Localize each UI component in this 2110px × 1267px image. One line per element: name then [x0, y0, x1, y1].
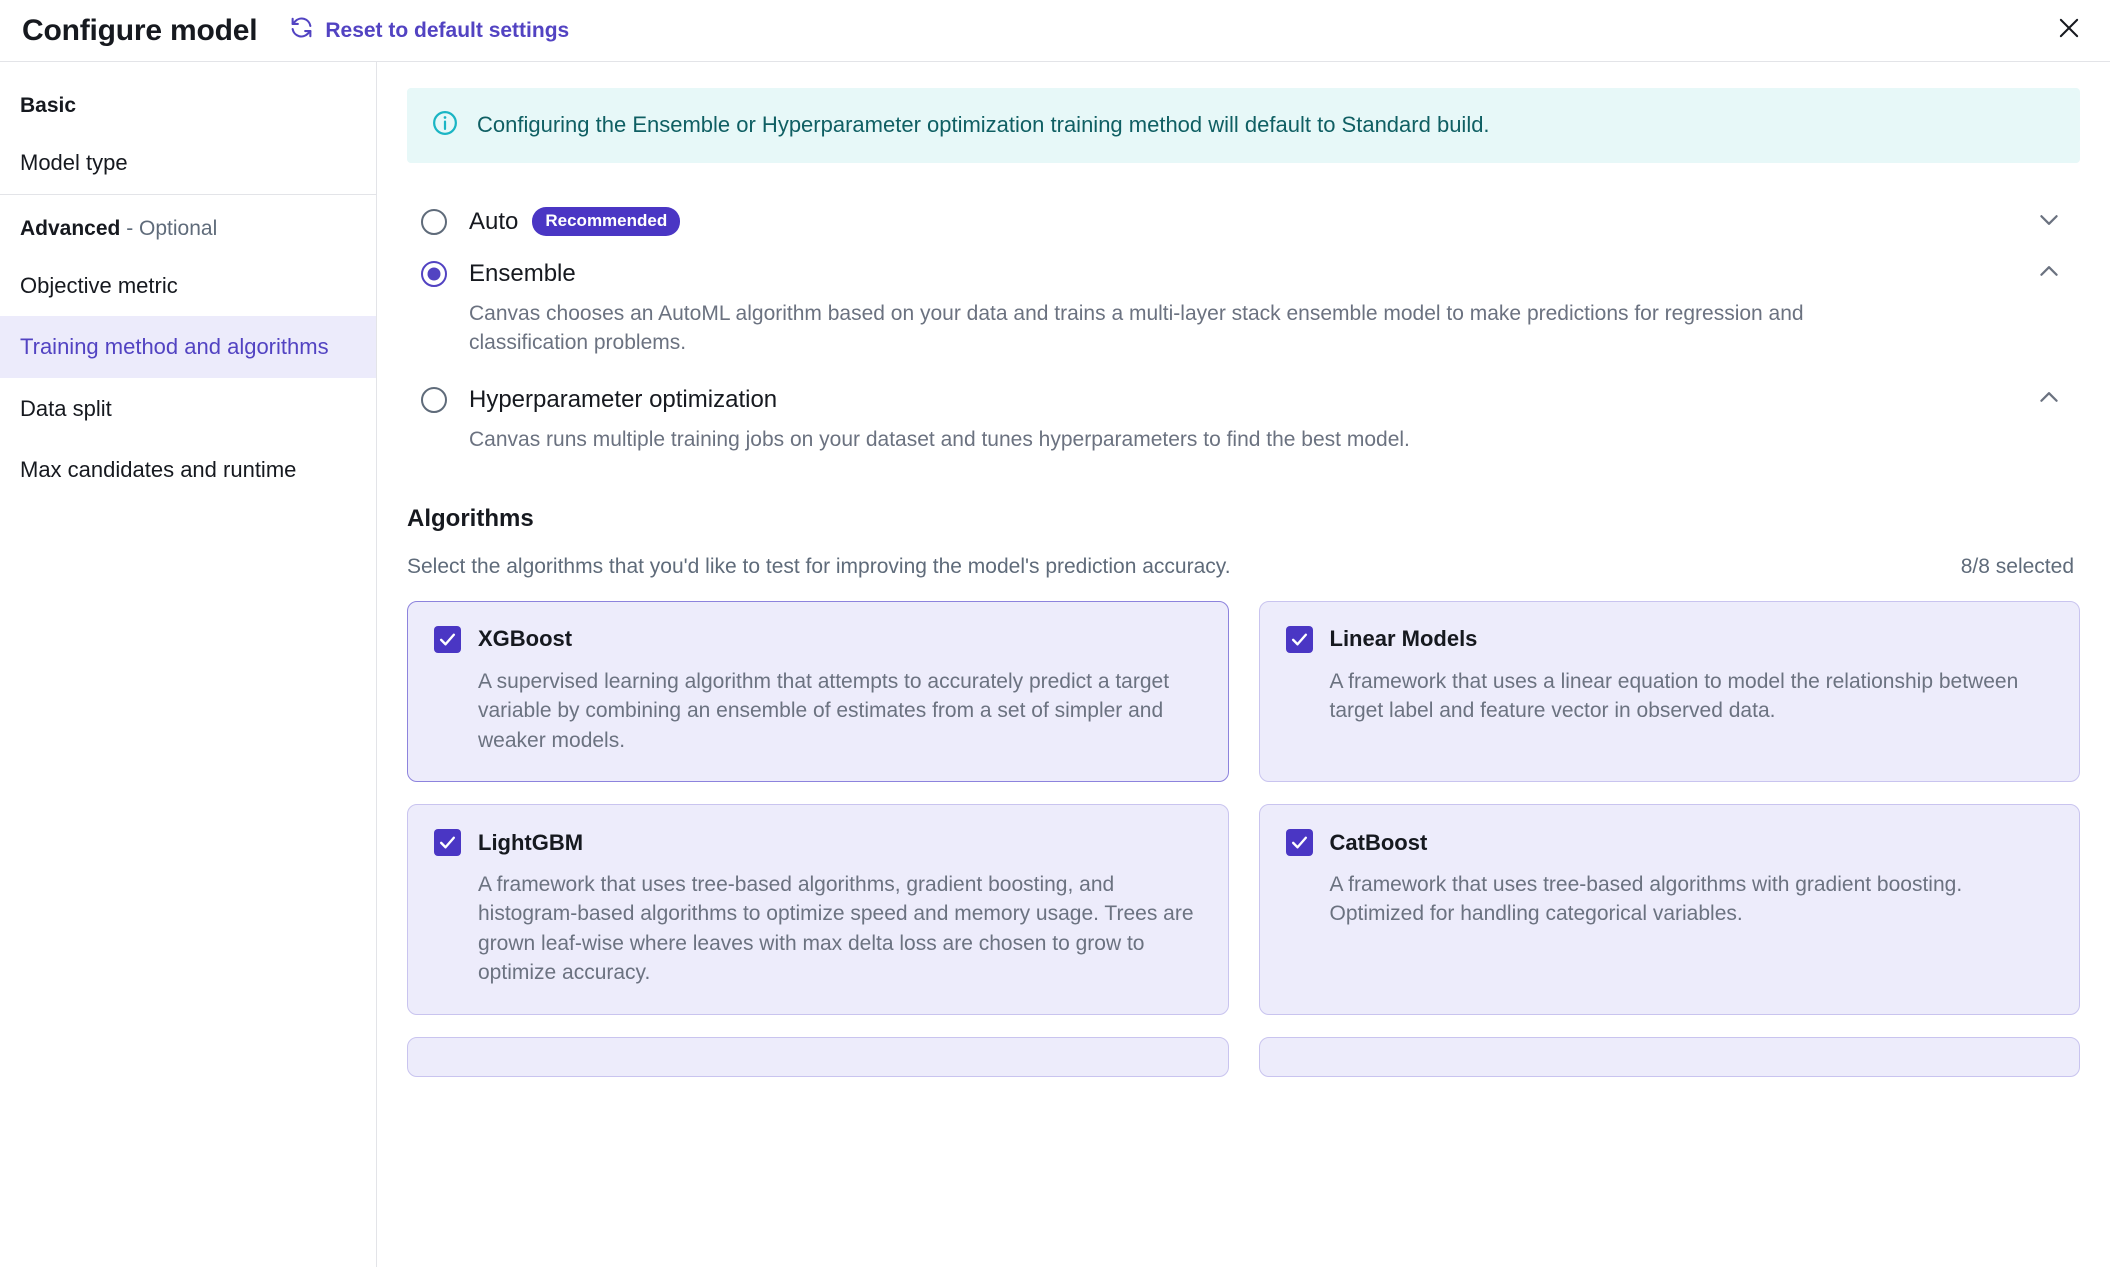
dialog-body: Basic Model type Advanced - Optional Obj… [0, 62, 2110, 1267]
info-alert: Configuring the Ensemble or Hyperparamet… [407, 88, 2080, 163]
algorithm-card-linear-models[interactable]: Linear Models A framework that uses a li… [1258, 600, 2080, 783]
radio-auto[interactable] [421, 208, 447, 235]
recommended-badge: Recommended [532, 207, 681, 236]
algorithm-name: CatBoost [1329, 829, 1428, 855]
info-icon [431, 109, 459, 142]
algorithms-grid: XGBoost A supervised learning algorithm … [407, 600, 2080, 1077]
algorithm-card-partial-right[interactable] [1258, 1036, 2080, 1077]
sidebar-item-label: Objective metric [20, 272, 178, 298]
reset-to-default-button[interactable]: Reset to default settings [289, 15, 569, 46]
training-method-label-hyperparameter-optimization: Hyperparameter optimization [469, 385, 778, 413]
algorithms-section-title: Algorithms [407, 504, 534, 532]
algorithm-card-partial-left[interactable] [407, 1036, 1229, 1077]
refresh-icon [289, 15, 314, 46]
training-method-option-auto[interactable]: Auto Recommended [407, 195, 2080, 248]
chevron-up-icon[interactable] [2036, 259, 2062, 290]
training-method-label-ensemble: Ensemble [469, 260, 576, 287]
sidebar-item-objective-metric[interactable]: Objective metric [0, 255, 376, 317]
settings-sidebar: Basic Model type Advanced - Optional Obj… [0, 62, 377, 1267]
algorithm-card-lightgbm[interactable]: LightGBM A framework that uses tree-base… [407, 804, 1229, 1015]
sidebar-item-label: Training method and algorithms [20, 334, 329, 359]
training-method-description-hyperparameter-optimization: Canvas runs multiple training jobs on yo… [469, 427, 1410, 451]
algorithm-card-xgboost[interactable]: XGBoost A supervised learning algorithm … [407, 600, 1229, 783]
algorithms-subtitle-row: Select the algorithms that you'd like to… [407, 555, 2080, 579]
algorithm-card-header: LightGBM [434, 829, 1202, 857]
algorithm-name: LightGBM [478, 829, 584, 855]
checkbox-linear-models[interactable] [1285, 625, 1313, 653]
algorithm-description: A framework that uses tree-based algorit… [1329, 873, 1963, 926]
sidebar-item-label: Model type [20, 150, 128, 175]
page-title: Configure model [22, 13, 258, 47]
reset-button-label: Reset to default settings [325, 18, 570, 42]
sidebar-item-max-candidates-and-runtime[interactable]: Max candidates and runtime [0, 439, 376, 501]
chevron-up-icon[interactable] [2036, 384, 2062, 415]
info-alert-text: Configuring the Ensemble or Hyperparamet… [477, 112, 1490, 138]
algorithm-card-header: Linear Models [1285, 625, 2054, 653]
checkbox-xgboost[interactable] [434, 625, 461, 653]
sidebar-heading-advanced: Advanced - Optional [0, 195, 376, 255]
algorithm-name: XGBoost [478, 626, 573, 652]
sidebar-item-data-split[interactable]: Data split [0, 378, 376, 440]
algorithm-card-header: XGBoost [434, 625, 1202, 653]
chevron-down-icon[interactable] [2036, 206, 2062, 237]
close-icon [2056, 15, 2082, 46]
sidebar-item-label: Max candidates and runtime [20, 457, 297, 482]
training-method-label-auto: Auto [469, 207, 519, 235]
sidebar-heading-basic: Basic [0, 72, 376, 132]
radio-ensemble[interactable] [421, 261, 447, 287]
sidebar-heading-advanced-label: Advanced [20, 216, 121, 240]
algorithms-subtitle: Select the algorithms that you'd like to… [407, 554, 1231, 578]
algorithm-card-header: CatBoost [1285, 829, 2054, 857]
training-method-option-hyperparameter-optimization[interactable]: Hyperparameter optimization [407, 374, 2080, 426]
algorithm-description: A supervised learning algorithm that att… [478, 669, 1170, 752]
sidebar-item-model-type[interactable]: Model type [0, 132, 376, 194]
sidebar-item-training-method-and-algorithms[interactable]: Training method and algorithms [0, 316, 376, 378]
algorithm-name: Linear Models [1329, 626, 1478, 652]
main-content: Configuring the Ensemble or Hyperparamet… [377, 62, 2110, 1267]
sidebar-group-basic: Basic Model type [0, 72, 376, 194]
sidebar-heading-advanced-suffix: - Optional [120, 216, 218, 240]
sidebar-heading-basic-label: Basic [20, 94, 77, 117]
algorithm-description: A framework that uses tree-based algorit… [478, 873, 1194, 985]
sidebar-item-label: Data split [20, 395, 112, 421]
radio-hyperparameter-optimization[interactable] [421, 386, 447, 413]
algorithm-description: A framework that uses a linear equation … [1329, 669, 2019, 723]
close-button[interactable] [2052, 14, 2086, 48]
training-method-option-ensemble[interactable]: Ensemble [407, 248, 2080, 300]
checkbox-catboost[interactable] [1285, 829, 1313, 857]
checkbox-lightgbm[interactable] [434, 829, 461, 857]
sidebar-group-advanced: Advanced - Optional Objective metric Tra… [0, 193, 376, 501]
training-method-description-ensemble: Canvas chooses an AutoML algorithm based… [469, 302, 1804, 354]
algorithms-selected-count: 8/8 selected [1960, 554, 2074, 578]
algorithm-card-catboost[interactable]: CatBoost A framework that uses tree-base… [1258, 804, 2080, 1015]
dialog-titlebar: Configure model Reset to default setting… [0, 0, 2110, 62]
